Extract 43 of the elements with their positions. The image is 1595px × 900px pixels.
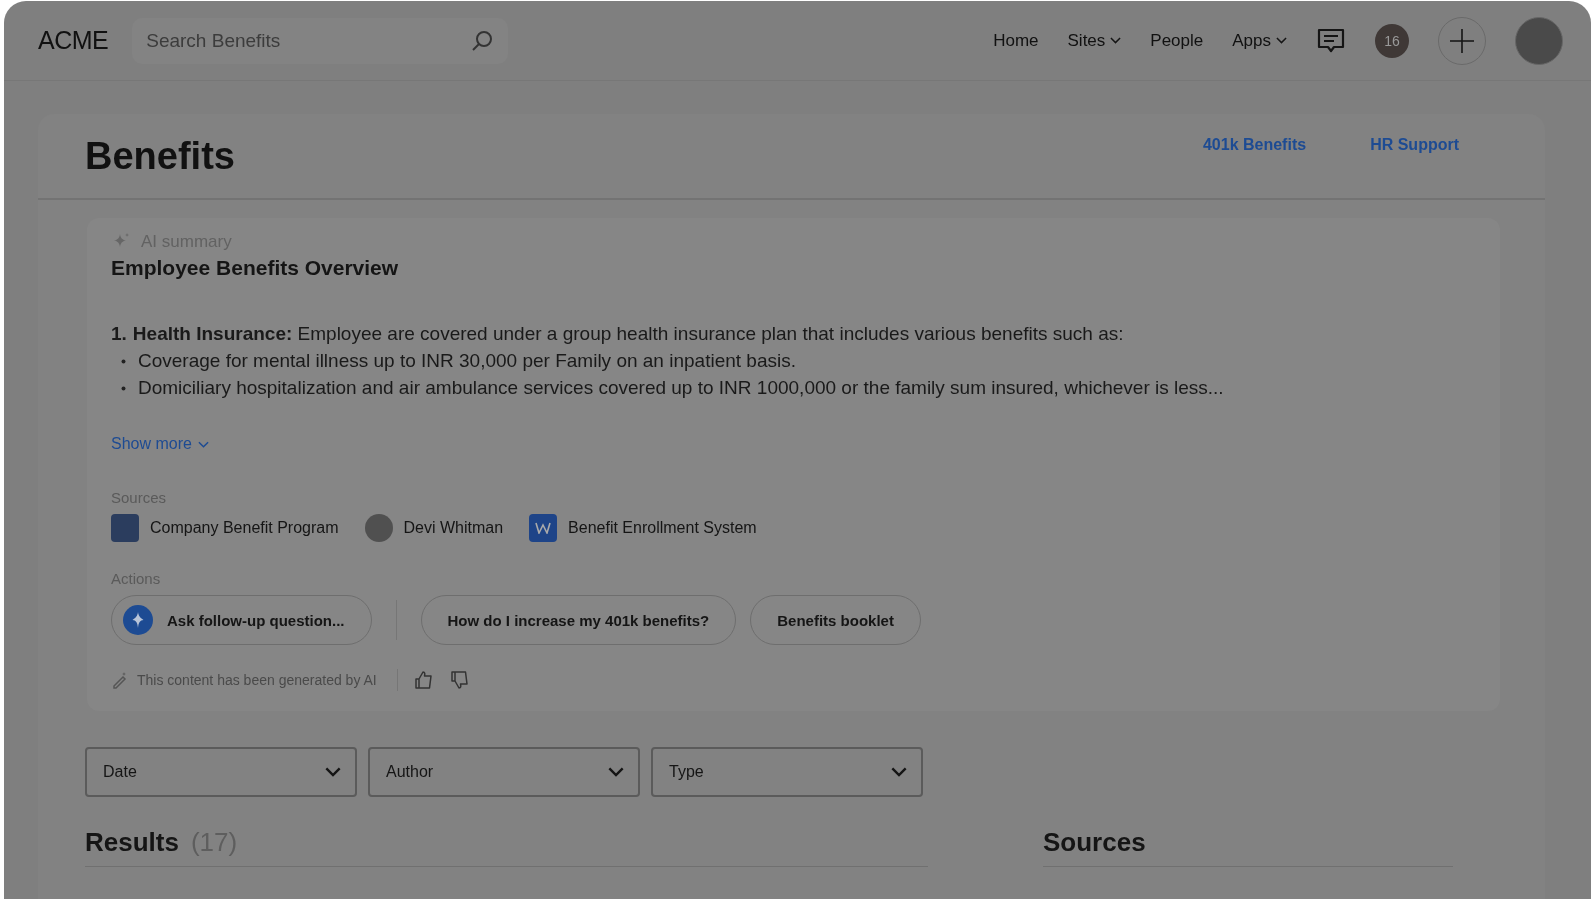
bullet-icon	[121, 386, 126, 391]
avatar-image	[364, 514, 393, 542]
nav-link[interactable]: Sites	[1067, 30, 1122, 51]
chevron-down-icon	[1110, 37, 1122, 44]
source-link[interactable]: Devi Whitman	[403, 519, 504, 537]
thumbnail-image	[111, 514, 139, 542]
thumbs-up-icon[interactable]	[413, 670, 434, 690]
bullet-text: Domiciliary hospitalization and air ambulance services covered up to INR 1000,000 or the family sum insured, whichever is less...	[138, 376, 1224, 400]
search-icon	[470, 28, 495, 53]
sparkle-icon	[123, 605, 153, 635]
chevron-down-icon	[608, 767, 624, 777]
bullet-icon	[121, 359, 126, 364]
chevron-down-icon	[891, 767, 907, 777]
nav-link[interactable]: Home	[993, 30, 1039, 51]
summary-text: Health Insurance: Employee are covered under a group health insurance plan that includes various benefits such as:	[132, 322, 1124, 346]
document-icon	[529, 514, 558, 542]
disclaimer-text: This content has been generated by AI	[137, 672, 377, 688]
chevron-down-icon	[1276, 37, 1287, 44]
thumbs-down-icon[interactable]	[449, 670, 470, 690]
filter-dropdown[interactable]: Type	[651, 747, 923, 797]
page-title: Benefits	[85, 134, 235, 178]
search-field[interactable]: Search Benefits	[132, 17, 509, 64]
nav-link[interactable]: Apps	[1232, 30, 1287, 51]
results-heading: Results	[85, 827, 179, 858]
suggestion-button[interactable]: Benefits booklet	[750, 595, 921, 645]
chevron-down-icon	[325, 767, 341, 777]
filter-dropdown[interactable]: Date	[85, 747, 357, 797]
nav-link[interactable]: People	[1150, 30, 1204, 51]
source-link[interactable]: Benefit Enrollment System	[568, 519, 757, 537]
bullet-text: Coverage for mental illness up to INR 30,000 per Family on an inpatient basis.	[138, 349, 796, 373]
ask-button[interactable]: Ask follow-up question...	[111, 595, 372, 645]
logo[interactable]: ACME	[38, 26, 109, 55]
list-number: 1.	[111, 322, 127, 346]
plus-icon	[1449, 27, 1475, 54]
sources-heading: Sources	[1043, 827, 1147, 858]
user-avatar[interactable]	[1515, 16, 1563, 65]
summary-title: Employee Benefits Overview	[111, 256, 400, 280]
chevron-down-icon	[197, 440, 209, 448]
chat-icon[interactable]	[1316, 26, 1346, 55]
magic-pen-icon	[111, 671, 129, 689]
notification-badge[interactable]: 16	[1375, 23, 1409, 58]
filter-dropdown[interactable]: Author	[368, 747, 640, 797]
source-link[interactable]: Company Benefit Program	[150, 519, 339, 537]
